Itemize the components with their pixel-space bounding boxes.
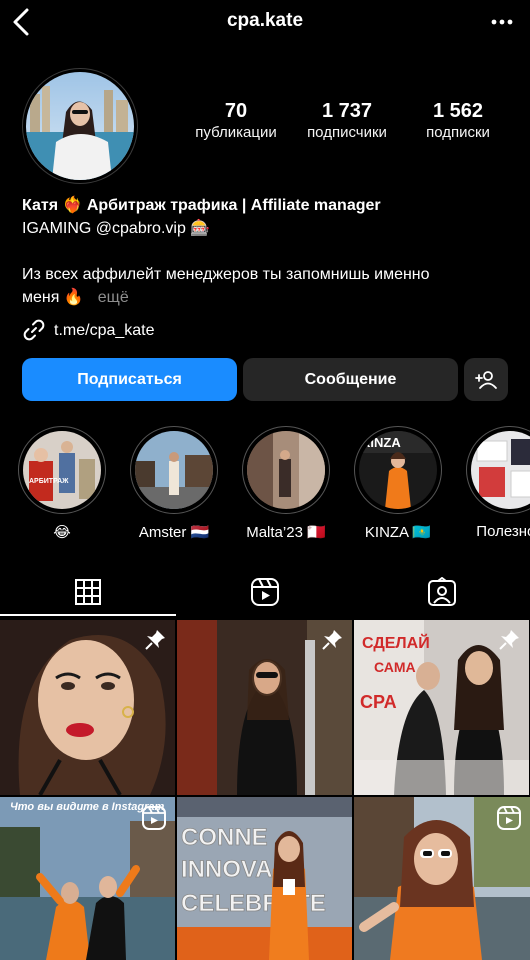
post-4[interactable]: Что вы видите в Instagram xyxy=(0,797,175,960)
highlight-4-image: KINZA xyxy=(359,431,437,509)
tagged-icon xyxy=(428,577,456,606)
pin-icon xyxy=(499,630,519,650)
chevron-left-icon xyxy=(13,8,29,36)
highlight-1[interactable]: АРБИТРАЖ 😂 xyxy=(18,426,106,541)
bio-link-text: t.me/cpa_kate xyxy=(54,321,155,339)
post-2[interactable] xyxy=(177,620,352,795)
highlight-4-label: KINZA 🇰🇿 xyxy=(364,524,432,541)
bio-more-link[interactable]: ещё xyxy=(98,289,129,306)
stat-followers[interactable]: 1 737 подписчики xyxy=(297,100,397,144)
bio-line-4: меня 🔥 ещё xyxy=(22,286,512,309)
story-highlights: АРБИТРАЖ 😂 Amster 🇳🇱 Malta’23 🇲🇹 KINZA K… xyxy=(0,426,530,546)
stat-following-count: 1 562 xyxy=(432,100,484,122)
bio-link[interactable]: t.me/cpa_kate xyxy=(22,318,512,342)
highlight-2[interactable]: Amster 🇳🇱 xyxy=(130,426,218,541)
stat-followers-label: подписчики xyxy=(307,124,387,141)
pin-icon xyxy=(145,630,165,650)
profile-stats: 70 публикации 1 737 подписчики 1 562 под… xyxy=(186,100,508,144)
profile-avatar[interactable] xyxy=(22,68,138,184)
bio-spacer xyxy=(22,240,512,263)
bio-name: Катя ❤️‍🔥 Арбитраж трафика | Affiliate m… xyxy=(22,197,381,214)
back-button[interactable] xyxy=(8,6,36,38)
highlight-5[interactable]: Полезное xyxy=(466,426,530,540)
bio-line-3: Из всех аффилейт менеджеров ты запомнишь… xyxy=(22,266,430,283)
post-6[interactable] xyxy=(354,797,530,960)
message-button[interactable]: Сообщение xyxy=(243,358,458,401)
bio-line-2: IGAMING @cpabro.vip 🎰 xyxy=(22,220,211,237)
tab-tagged[interactable] xyxy=(354,568,530,616)
post-5-image: CONNE INNOVA CELEBRATE xyxy=(177,797,352,960)
active-tab-indicator xyxy=(0,614,176,616)
reel-icon xyxy=(497,806,521,830)
bio-line-4-text: меня 🔥 xyxy=(22,289,84,306)
top-bar: cpa.kate xyxy=(0,0,530,44)
highlight-4-text: KINZA xyxy=(361,435,401,450)
stat-following[interactable]: 1 562 подписки xyxy=(408,100,508,144)
tab-posts[interactable] xyxy=(0,568,176,616)
stat-posts[interactable]: 70 публикации xyxy=(186,100,286,144)
highlight-3-label: Malta’23 🇲🇹 xyxy=(246,524,326,541)
grid-icon xyxy=(75,579,101,605)
stat-posts-label: публикации xyxy=(195,124,277,141)
profile-tabs xyxy=(0,568,530,616)
profile-bio: Катя ❤️‍🔥 Арбитраж трафика | Affiliate m… xyxy=(22,194,512,342)
profile-username: cpa.kate xyxy=(226,10,304,31)
highlight-2-image xyxy=(135,431,213,509)
stat-following-label: подписки xyxy=(426,124,490,141)
stat-followers-count: 1 737 xyxy=(321,100,373,122)
post-5[interactable]: CONNE INNOVA CELEBRATE xyxy=(177,797,352,960)
post-3-text-2: САМА xyxy=(374,659,416,675)
highlight-1-image: АРБИТРАЖ xyxy=(23,431,101,509)
highlight-2-label: Amster 🇳🇱 xyxy=(138,524,210,541)
follow-button[interactable]: Подписаться xyxy=(22,358,237,401)
highlight-5-image xyxy=(471,431,530,509)
post-3-text-3: CPA xyxy=(360,692,397,712)
stat-posts-count: 70 xyxy=(224,100,248,122)
post-1[interactable] xyxy=(0,620,175,795)
ellipsis-icon xyxy=(491,19,513,25)
more-options-button[interactable] xyxy=(488,8,516,36)
suggested-users-button[interactable] xyxy=(464,358,508,401)
highlight-1-text: АРБИТРАЖ xyxy=(29,478,69,485)
post-3[interactable]: СДЕЛАЙ САМА CPA xyxy=(354,620,529,795)
reel-icon xyxy=(142,806,166,830)
highlight-4[interactable]: KINZA KINZA 🇰🇿 xyxy=(354,426,442,541)
highlight-3-image xyxy=(247,431,325,509)
avatar-photo xyxy=(26,72,134,180)
highlight-1-label: 😂 xyxy=(53,524,71,541)
post-5-text-1: CONNE xyxy=(181,824,268,851)
post-3-text-1: СДЕЛАЙ xyxy=(362,633,430,652)
tab-reels[interactable] xyxy=(177,568,353,616)
add-user-icon xyxy=(475,370,497,389)
highlight-5-label: Полезное xyxy=(476,523,530,540)
highlight-3[interactable]: Malta’23 🇲🇹 xyxy=(242,426,330,541)
link-icon xyxy=(23,319,45,341)
reels-icon xyxy=(251,578,279,606)
post-5-text-2: INNOVA xyxy=(181,856,273,883)
pin-icon xyxy=(322,630,342,650)
